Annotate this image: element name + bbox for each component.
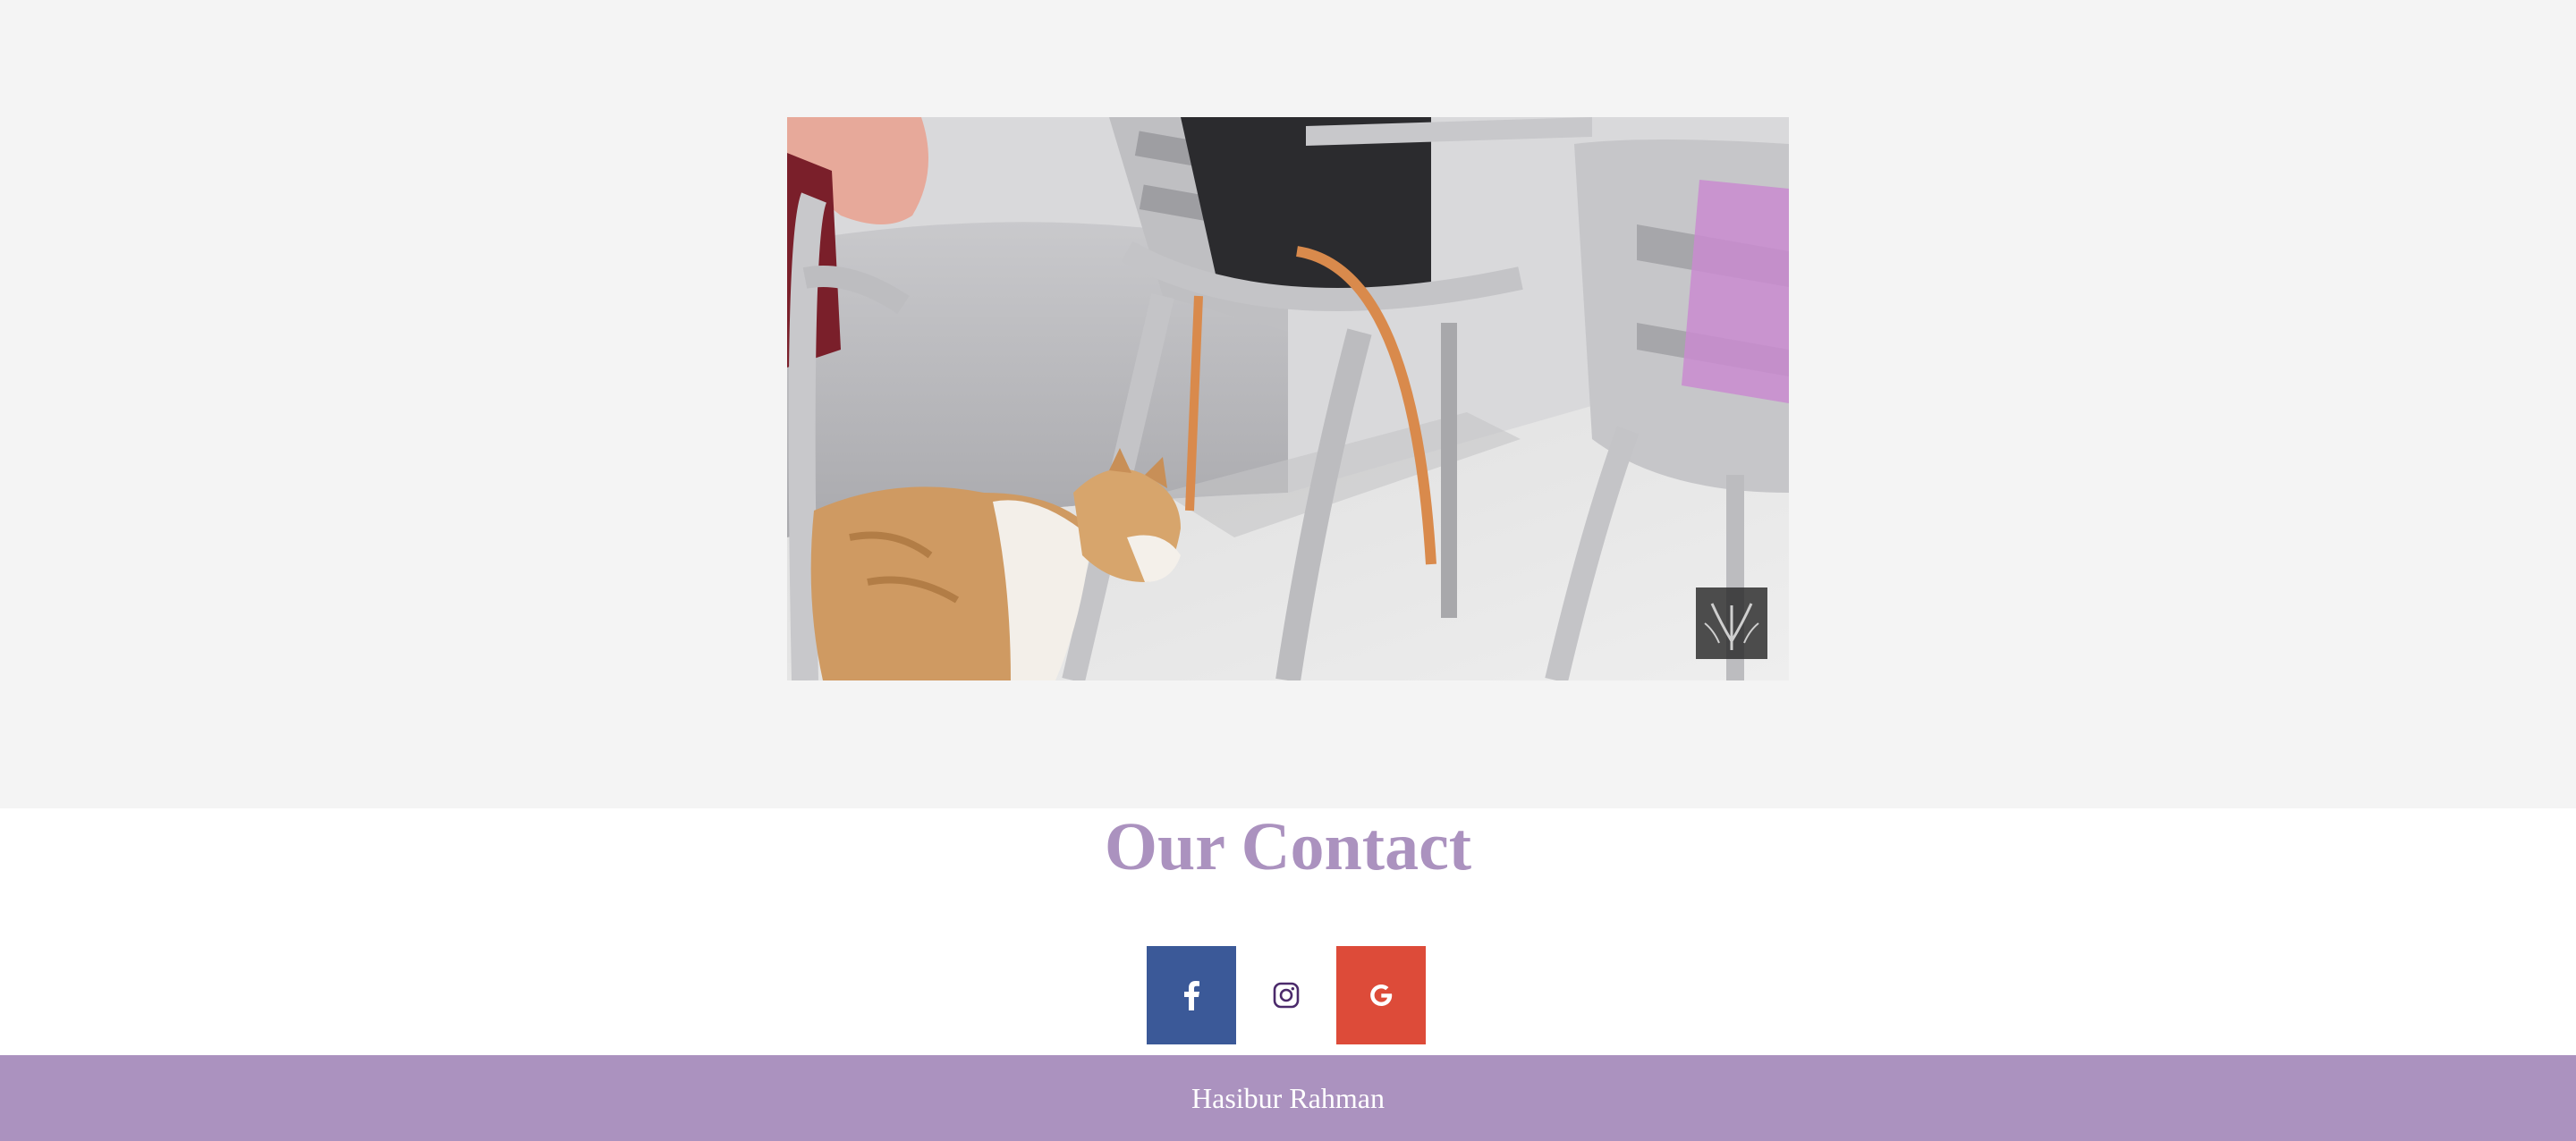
facebook-button[interactable] <box>1147 946 1236 1044</box>
google-button[interactable] <box>1336 946 1426 1044</box>
social-links <box>1147 946 1426 1044</box>
instagram-icon <box>1273 982 1300 1009</box>
google-icon <box>1370 985 1393 1006</box>
video-section <box>0 0 2576 808</box>
footer: Hasibur Rahman <box>0 1055 2576 1141</box>
video-frame-image <box>787 117 1789 680</box>
instagram-button[interactable] <box>1241 946 1331 1044</box>
facebook-icon <box>1184 981 1199 1010</box>
footer-author: Hasibur Rahman <box>1191 1081 1385 1114</box>
contact-title: Our Contact <box>1104 809 1472 884</box>
bamboo-logo-icon <box>1696 587 1767 659</box>
video-player[interactable] <box>787 117 1789 680</box>
